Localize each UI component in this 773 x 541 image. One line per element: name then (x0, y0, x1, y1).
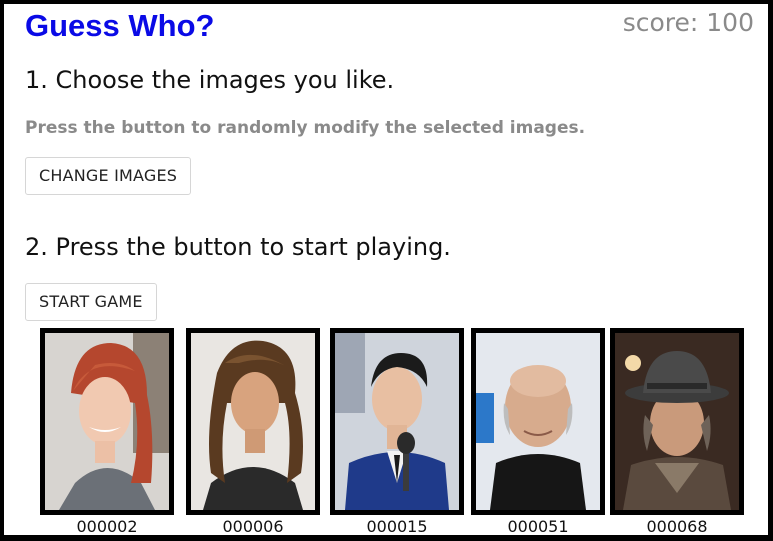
image-card[interactable]: 000051 (471, 328, 605, 536)
image-id-label: 000006 (222, 517, 284, 536)
score-display: score: 100 (622, 8, 754, 37)
image-id-label: 000051 (507, 517, 569, 536)
image-card[interactable]: 000006 (186, 328, 320, 536)
portrait-image[interactable] (471, 328, 605, 515)
step2-instruction: 2. Press the button to start playing. (25, 233, 451, 261)
image-id-label: 000015 (366, 517, 428, 536)
game-title: Guess Who? (25, 8, 215, 43)
image-id-label: 000068 (646, 517, 708, 536)
image-id-label: 000002 (76, 517, 138, 536)
start-game-button[interactable]: START GAME (25, 283, 157, 321)
change-images-button[interactable]: CHANGE IMAGES (25, 157, 192, 195)
app-frame: Guess Who? score: 100 1. Choose the imag… (0, 0, 773, 541)
portrait-image[interactable] (40, 328, 174, 515)
image-card[interactable]: 000068 (610, 328, 744, 536)
step1-hint: Press the button to randomly modify the … (25, 118, 586, 138)
portrait-image[interactable] (186, 328, 320, 515)
portrait-image[interactable] (330, 328, 464, 515)
image-card[interactable]: 000015 (330, 328, 464, 536)
image-card[interactable]: 000002 (40, 328, 174, 536)
image-gallery: 000002 000006 000015 000051 000068 (4, 328, 768, 536)
portrait-image[interactable] (610, 328, 744, 515)
step1-instruction: 1. Choose the images you like. (25, 66, 395, 94)
